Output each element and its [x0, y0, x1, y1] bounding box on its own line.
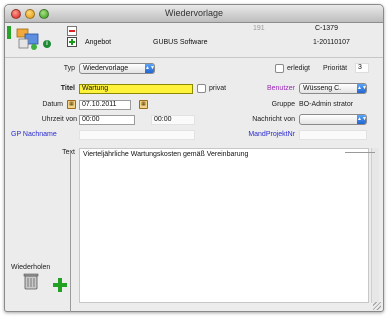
typ-value: Wiedervorlage — [83, 65, 129, 72]
guide-line-horizontal — [345, 152, 375, 153]
benutzer-select[interactable]: Wüsseng C. ▲▼ — [299, 83, 367, 94]
chevron-down-icon: ▲▼ — [357, 115, 367, 124]
benutzer-value: Wüsseng C. — [303, 85, 342, 92]
prioritaet-field[interactable]: 3 — [355, 63, 369, 73]
app-logo-icon — [16, 28, 39, 50]
wiederholen-label: Wiederholen — [11, 264, 51, 271]
titel-label: Titel — [60, 85, 75, 92]
erledigt-label: erledigt — [287, 65, 310, 72]
header-number: C-1379 — [315, 25, 338, 32]
typ-label: Typ — [63, 65, 75, 72]
nachricht-label: Nachricht von — [252, 116, 295, 123]
header-divider — [5, 57, 383, 58]
benutzer-label: Benutzer — [266, 85, 295, 92]
window-title: Wiedervorlage — [164, 8, 224, 18]
uhrzeit-to-field[interactable]: 00:00 — [151, 115, 195, 125]
gp-nachname-label: GP Nachname — [11, 131, 57, 138]
chevron-down-icon: ▲▼ — [145, 64, 155, 73]
minus-icon[interactable] — [67, 26, 77, 36]
uhrzeit-from-field[interactable]: 00:00 — [79, 115, 135, 125]
header-type: Angebot — [85, 39, 112, 46]
header-doc-id: 1-20110107 — [313, 39, 350, 46]
mandprojektnr-field[interactable] — [299, 130, 367, 140]
text-scrollbar[interactable] — [371, 148, 379, 303]
title-bar: Wiedervorlage — [5, 5, 383, 23]
status-marker — [7, 26, 11, 39]
text-area[interactable]: Vierteljährliche Wartungskosten gemäß Ve… — [79, 148, 369, 303]
info-icon[interactable]: i — [43, 40, 51, 48]
gruppe-value: BO-Admin strator — [299, 101, 354, 108]
erledigt-checkbox[interactable] — [275, 64, 284, 73]
wiedervorlage-window: Wiedervorlage i 191 C-1379 Angebot GUBUS… — [4, 4, 384, 312]
header-company: GUBUS Software — [153, 39, 208, 46]
mandprojektnr-label: MandProjektNr — [248, 131, 295, 138]
guide-line-vertical — [70, 152, 71, 312]
trash-icon[interactable] — [23, 272, 39, 290]
nachricht-select[interactable]: ▲▼ — [299, 114, 367, 125]
prioritaet-label: Priorität — [323, 65, 348, 72]
privat-checkbox[interactable] — [197, 84, 206, 93]
plus-icon[interactable] — [67, 37, 77, 47]
calendar-icon[interactable]: ▦ — [139, 100, 148, 109]
gruppe-label: Gruppe — [271, 101, 295, 108]
typ-select[interactable]: Wiedervorlage ▲▼ — [79, 63, 155, 74]
add-icon[interactable] — [53, 278, 67, 292]
header-small-id: 191 — [253, 25, 265, 32]
datum-label: Datum — [42, 101, 63, 108]
datum-field[interactable]: 07.10.2011 — [79, 100, 131, 110]
gp-nachname-field[interactable] — [79, 130, 195, 140]
chevron-down-icon: ▲▼ — [357, 84, 367, 93]
titel-field[interactable]: Wartung — [79, 84, 193, 94]
privat-label: privat — [209, 85, 227, 92]
calendar-icon[interactable]: ▦ — [67, 100, 76, 109]
resize-handle[interactable] — [373, 302, 381, 310]
uhrzeit-label: Uhrzeit von — [41, 116, 77, 123]
form-content: i 191 C-1379 Angebot GUBUS Software 1-20… — [5, 24, 383, 311]
